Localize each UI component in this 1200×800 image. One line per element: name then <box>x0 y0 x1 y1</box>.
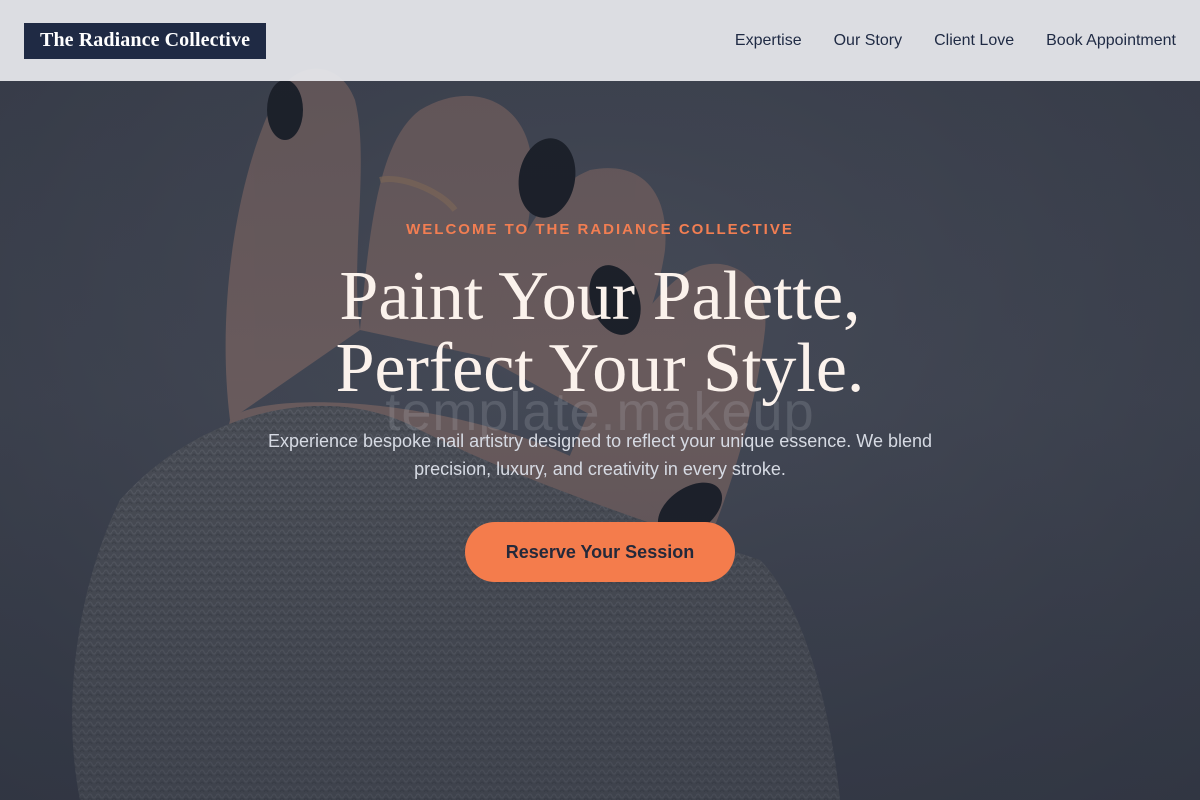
logo[interactable]: The Radiance Collective <box>24 22 267 59</box>
nav-link-book-appointment[interactable]: Book Appointment <box>1046 32 1176 50</box>
nav-link-our-story[interactable]: Our Story <box>834 32 902 50</box>
hero-headline: Paint Your Palette, Perfect Your Style. <box>0 261 1200 405</box>
main-nav: Expertise Our Story Client Love Book App… <box>735 32 1176 50</box>
nav-link-expertise[interactable]: Expertise <box>735 32 802 50</box>
site-header: The Radiance Collective Expertise Our St… <box>0 0 1200 81</box>
headline-line-1: Paint Your Palette, <box>339 258 861 335</box>
hero-eyebrow: WELCOME TO THE RADIANCE COLLECTIVE <box>406 221 794 238</box>
hero-subtext: Experience bespoke nail artistry designe… <box>267 431 933 479</box>
nav-link-client-love[interactable]: Client Love <box>934 32 1014 50</box>
hero-section: WELCOME TO THE RADIANCE COLLECTIVE templ… <box>0 81 1200 800</box>
headline-line-2: Perfect Your Style. <box>335 330 865 407</box>
reserve-session-button[interactable]: Reserve Your Session <box>465 522 735 582</box>
